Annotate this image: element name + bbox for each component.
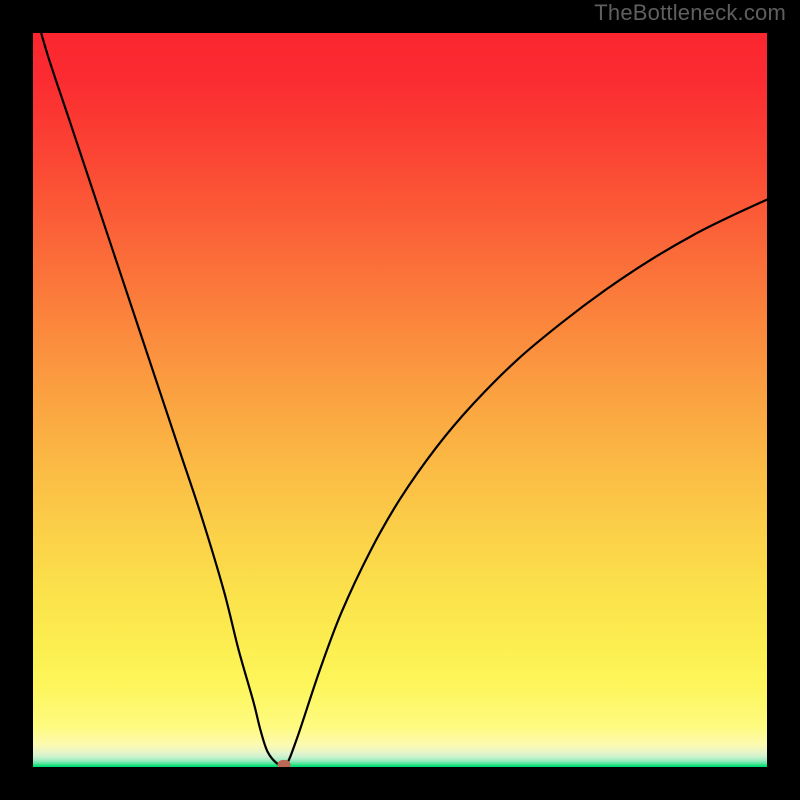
plot-area <box>33 33 767 767</box>
attribution-text: TheBottleneck.com <box>594 0 786 26</box>
min-point-marker <box>278 760 291 767</box>
outer-frame: TheBottleneck.com <box>0 0 800 800</box>
bottleneck-curve <box>33 33 767 767</box>
